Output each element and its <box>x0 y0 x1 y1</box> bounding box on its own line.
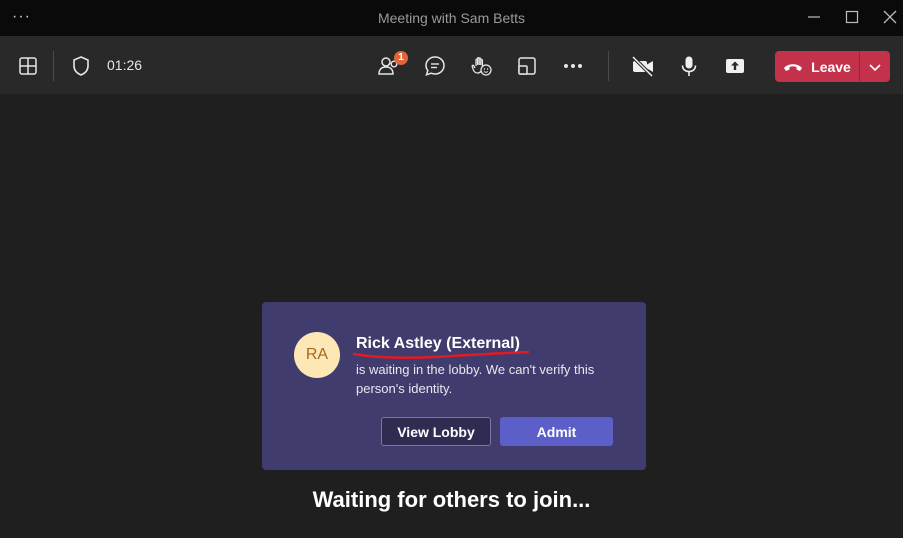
layout-icon <box>19 57 37 75</box>
more-options-button[interactable] <box>560 53 586 79</box>
share-tray-icon <box>518 57 536 75</box>
reactions-button[interactable] <box>468 53 494 79</box>
admit-button[interactable]: Admit <box>500 417 613 446</box>
more-options-icon <box>564 64 582 68</box>
close-icon <box>883 10 897 24</box>
share-tray-button[interactable] <box>514 53 540 79</box>
maximize-button[interactable] <box>841 6 863 28</box>
share-screen-button[interactable] <box>722 53 748 79</box>
phone-hangup-icon <box>784 63 803 71</box>
leave-button[interactable]: Leave <box>775 51 859 82</box>
waiting-status-text: Waiting for others to join... <box>312 487 591 512</box>
meeting-toolbar: 01:26 1 Leave <box>0 37 903 94</box>
microphone-icon <box>681 56 697 76</box>
leave-button-group: Leave <box>775 51 890 82</box>
camera-toggle-button[interactable] <box>630 53 656 79</box>
toolbar-divider <box>608 51 609 81</box>
shield-icon <box>73 56 89 76</box>
title-bar: ··· Meeting with Sam Betts <box>0 0 903 37</box>
meeting-security-button[interactable] <box>68 53 94 79</box>
leave-label: Leave <box>811 58 851 75</box>
window-title: Meeting with Sam Betts <box>377 10 526 26</box>
camera-off-icon <box>631 55 654 77</box>
meeting-timer: 01:26 <box>107 57 143 73</box>
leave-options-button[interactable] <box>860 51 890 82</box>
layout-button[interactable] <box>15 53 41 79</box>
toolbar-divider <box>53 51 54 81</box>
microphone-toggle-button[interactable] <box>676 53 702 79</box>
view-lobby-button[interactable]: View Lobby <box>381 417 491 446</box>
chat-icon <box>425 56 445 76</box>
lobby-notification-card: RA Rick Astley (External) is waiting in … <box>262 302 646 470</box>
raise-hand-icon <box>471 56 492 76</box>
minimize-button[interactable] <box>803 6 825 28</box>
chat-button[interactable] <box>422 53 448 79</box>
chevron-down-icon <box>869 63 881 71</box>
minimize-icon <box>808 16 820 18</box>
lobby-message: is waiting in the lobby. We can't verify… <box>356 362 595 396</box>
participants-count-badge: 1 <box>394 51 408 65</box>
avatar: RA <box>294 332 340 378</box>
maximize-icon <box>845 10 859 24</box>
share-screen-icon <box>726 59 744 73</box>
close-button[interactable] <box>879 6 901 28</box>
